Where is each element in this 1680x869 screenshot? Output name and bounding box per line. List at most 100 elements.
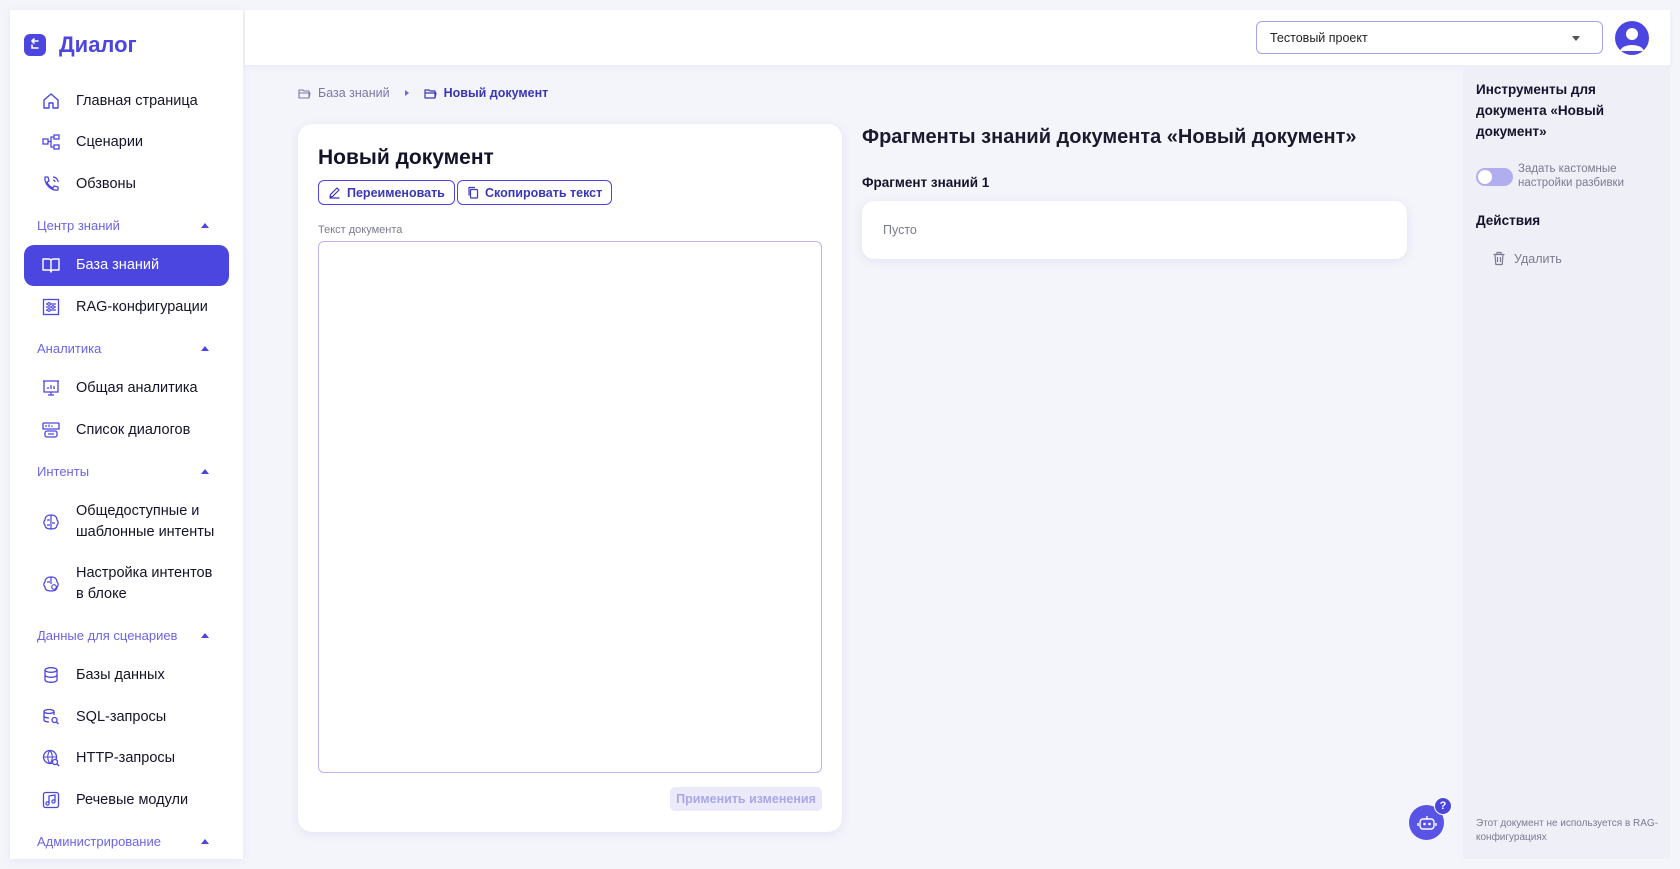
breadcrumb-current: Новый документ <box>424 86 549 100</box>
sidebar-item-label: Главная страница <box>76 92 198 109</box>
delete-button-label: Удалить <box>1514 251 1562 266</box>
group-title: Центр знаний <box>37 218 120 233</box>
group-title: Данные для сценариев <box>37 628 178 643</box>
custom-split-toggle-label: Задать кастомные настройки разбивки <box>1518 163 1625 189</box>
delete-button[interactable]: Удалить <box>1492 251 1562 266</box>
sidebar-item-label: Речевые модули <box>76 791 189 808</box>
sidebar-item-label: RAG-конфигурации <box>76 298 208 315</box>
group-intents[interactable]: Интенты <box>24 453 229 491</box>
fragments-heading-suffix: » <box>1345 126 1357 148</box>
chevron-up-icon <box>201 469 209 474</box>
sidebar-item-label: Список диалогов <box>76 421 191 438</box>
chevron-up-icon <box>201 839 209 844</box>
sidebar-item-public-intents[interactable]: Общедоступные и шаблонные интенты <box>24 491 229 553</box>
document-card: Новый документ Переименовать Скопировать… <box>298 124 842 832</box>
sidebar-item-sql-queries[interactable]: SQL-запросы <box>24 696 229 738</box>
fragments-heading-doc: Новый документ <box>1177 126 1346 148</box>
avatar[interactable] <box>1615 21 1649 55</box>
sidebar-item-rag-configs[interactable]: RAG-конфигурации <box>24 286 229 328</box>
topbar: Тестовый проект <box>245 10 1670 65</box>
trash-icon <box>1493 251 1505 266</box>
sidebar-item-home[interactable]: Главная страница <box>24 80 229 122</box>
sidebar-item-scenarios[interactable]: Сценарии <box>24 122 229 164</box>
group-title: Интенты <box>37 464 90 479</box>
usage-note: Этот документ не используется в RAG-конф… <box>1476 818 1659 843</box>
sliders-icon <box>41 297 61 317</box>
dialog-list-icon <box>41 420 61 440</box>
fragment-label: Фрагмент знаний 1 <box>862 175 990 190</box>
sidebar-item-speech-modules[interactable]: Речевые модули <box>24 779 229 821</box>
database-icon <box>41 665 61 685</box>
presentation-chart-icon <box>41 378 61 398</box>
sidebar-item-label: HTTP-запросы <box>76 750 176 767</box>
group-administration[interactable]: Администрирование <box>24 823 229 860</box>
document-text-input[interactable] <box>318 241 822 773</box>
sidebar-item-label: Настройка интентов в блоке <box>76 563 212 605</box>
breadcrumb-current-label: Новый документ <box>443 86 549 100</box>
sidebar-item-label: Сценарии <box>76 134 144 151</box>
group-analytics[interactable]: Аналитика <box>24 330 229 368</box>
folder-icon <box>424 88 437 99</box>
sidebar-item-block-intents[interactable]: Настройка интентов в блоке <box>24 553 229 615</box>
chevron-up-icon <box>201 633 209 638</box>
scenario-icon <box>41 132 61 152</box>
help-badge[interactable]: ? <box>1434 797 1452 815</box>
fragments-heading: Фрагменты знаний документа «Новый докуме… <box>862 126 1357 149</box>
phone-call-icon <box>41 174 61 194</box>
brain-gear-icon <box>41 574 61 594</box>
custom-split-toggle[interactable] <box>1476 168 1513 186</box>
sidebar-item-knowledge-base[interactable]: База знаний <box>24 244 229 286</box>
label-line-2: шаблонные интенты <box>76 523 215 540</box>
fragment-card: Пусто <box>862 201 1407 259</box>
robot-icon <box>1416 815 1437 830</box>
apply-changes-button[interactable]: Применить изменения <box>670 787 822 811</box>
project-select[interactable]: Тестовый проект <box>1256 21 1603 54</box>
rename-button[interactable]: Переименовать <box>318 180 455 205</box>
actions-title: Действия <box>1476 213 1541 228</box>
project-select-value: Тестовый проект <box>1270 30 1368 45</box>
label-line-2: в блоке <box>76 585 127 602</box>
breadcrumb-root-label: База знаний <box>318 86 390 100</box>
toggle-knob <box>1478 170 1492 184</box>
group-scenario-data[interactable]: Данные для сценариев <box>24 617 229 655</box>
sidebar-item-general-analytics[interactable]: Общая аналитика <box>24 368 229 410</box>
brain-icon <box>41 512 61 532</box>
group-knowledge-center[interactable]: Центр знаний <box>24 207 229 245</box>
chevron-up-icon <box>201 346 209 351</box>
copy-text-button-label: Скопировать текст <box>485 185 603 200</box>
tools-title: Инструменты для документа «Новый докумен… <box>1476 82 1605 139</box>
pencil-icon <box>329 187 340 199</box>
sidebar-item-databases[interactable]: Базы данных <box>24 655 229 697</box>
database-search-icon <box>41 707 61 727</box>
chevron-up-icon <box>201 223 209 228</box>
chevron-right-icon <box>404 90 409 96</box>
book-icon <box>41 255 61 275</box>
sidebar: Диалог Главная страница Сценарии Обзвоны… <box>10 10 243 859</box>
sidebar-item-calls[interactable]: Обзвоны <box>24 163 229 205</box>
logo[interactable]: Диалог <box>10 10 243 80</box>
group-title: Аналитика <box>37 341 102 356</box>
app-title: Диалог <box>59 32 137 57</box>
sidebar-nav: Главная страница Сценарии Обзвоны Центр … <box>10 80 243 859</box>
breadcrumb: База знаний Новый документ <box>298 86 548 100</box>
copy-icon <box>468 186 479 199</box>
sidebar-item-dialog-list[interactable]: Список диалогов <box>24 409 229 451</box>
breadcrumb-root[interactable]: База знаний <box>298 86 390 100</box>
sidebar-item-label: Общедоступные и шаблонные интенты <box>76 501 214 543</box>
group-title: Администрирование <box>37 834 161 849</box>
copy-text-button[interactable]: Скопировать текст <box>457 180 613 205</box>
fragments-heading-prefix: Фрагменты знаний документа « <box>862 126 1178 148</box>
sidebar-item-label: Базы данных <box>76 667 165 684</box>
sidebar-item-label: Общая аналитика <box>76 380 198 397</box>
rename-button-label: Переименовать <box>347 185 445 200</box>
document-title: Новый документ <box>318 146 494 169</box>
sidebar-item-label: SQL-запросы <box>76 708 167 725</box>
sidebar-item-label: Обзвоны <box>76 175 136 192</box>
home-icon <box>41 91 61 111</box>
sidebar-item-http-queries[interactable]: HTTP-запросы <box>24 738 229 780</box>
folder-icon <box>298 88 311 99</box>
user-icon <box>1620 28 1644 51</box>
tools-panel: Инструменты для документа «Новый докумен… <box>1463 65 1670 859</box>
document-text-label: Текст документа <box>318 224 403 236</box>
logo-icon <box>24 34 46 56</box>
